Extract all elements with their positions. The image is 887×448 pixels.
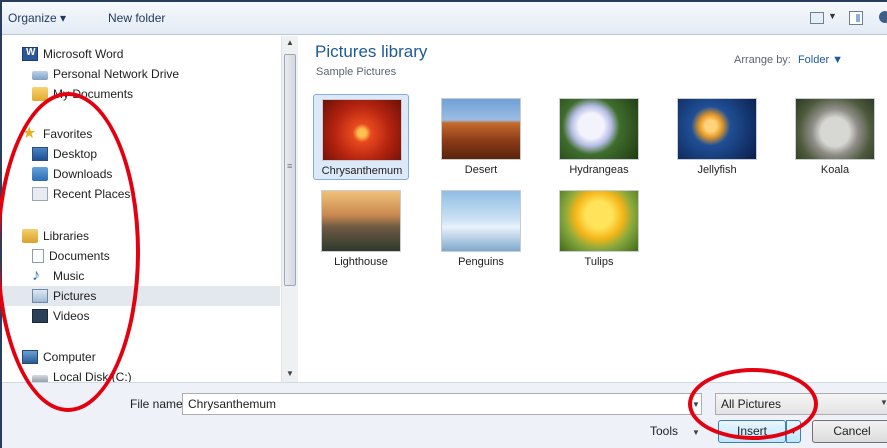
file-tile-chrysanthemum[interactable]: Chrysanthemum <box>313 94 409 180</box>
nav-item-local-disk[interactable]: Local Disk (C:) <box>2 367 280 382</box>
nav-item-label: Downloads <box>53 167 113 181</box>
arrange-by-label: Arrange by: <box>734 54 791 66</box>
file-type-select[interactable]: All Pictures <box>715 393 887 415</box>
nav-item-label: Local Disk (C:) <box>53 370 132 382</box>
nav-item-label: Pictures <box>53 289 97 303</box>
toolbar: Organize ▾ New folder ▼ <box>2 2 887 35</box>
insert-button[interactable]: Insert <box>718 420 786 443</box>
libraries-icon <box>22 229 38 243</box>
tools-menu[interactable]: Tools <box>650 424 678 438</box>
nav-item-label: Favorites <box>43 127 93 141</box>
nav-item-label: Videos <box>53 309 90 323</box>
scroll-thumb[interactable] <box>284 54 296 286</box>
music-icon: ♪ <box>32 267 40 284</box>
insert-split-dropdown-icon[interactable]: ▼ <box>786 420 801 443</box>
nav-item-personal-network-drive[interactable]: Personal Network Drive <box>2 64 280 84</box>
nav-item-label: My Documents <box>53 87 134 101</box>
file-list-pane: Pictures library Sample Pictures Arrange… <box>299 36 887 382</box>
word-icon <box>22 47 38 61</box>
nav-item-label: Documents <box>49 249 110 263</box>
desktop-icon <box>32 147 48 161</box>
nav-item-label: Desktop <box>53 147 98 161</box>
folder-icon <box>32 87 48 101</box>
change-view-icon[interactable] <box>810 12 824 24</box>
nav-item-microsoft-word[interactable]: Microsoft Word <box>2 44 280 64</box>
network-drive-icon <box>32 71 48 80</box>
file-label: Tulips <box>584 256 614 268</box>
recent-places-icon <box>32 187 48 201</box>
arrange-by-dropdown[interactable]: Folder ▼ <box>798 54 843 66</box>
file-tile-penguins[interactable]: Penguins <box>433 186 529 272</box>
file-tile-desert[interactable]: Desert <box>433 94 529 180</box>
file-type-dropdown-icon[interactable]: ▼ <box>880 398 887 407</box>
star-icon: ★ <box>22 125 37 142</box>
organize-button[interactable]: Organize ▾ <box>8 11 66 25</box>
nav-item-label: Music <box>53 269 85 283</box>
view-dropdown-icon[interactable]: ▼ <box>828 11 837 29</box>
arrange-by: Arrange by: Folder ▼ <box>734 54 843 66</box>
file-name-input[interactable] <box>182 393 702 415</box>
pictures-icon <box>32 289 48 303</box>
nav-item-music[interactable]: ♪ Music <box>2 266 280 286</box>
file-label: Hydrangeas <box>569 164 629 176</box>
cancel-button[interactable]: Cancel <box>812 420 887 443</box>
file-tile-koala[interactable]: Koala <box>787 94 883 180</box>
nav-item-label: Personal Network Drive <box>53 67 180 81</box>
nav-item-libraries[interactable]: Libraries <box>2 226 280 246</box>
library-subtitle: Sample Pictures <box>316 66 397 78</box>
nav-item-my-documents[interactable]: My Documents <box>2 84 280 104</box>
file-tile-lighthouse[interactable]: Lighthouse <box>313 186 409 272</box>
scroll-up-icon[interactable]: ▲ <box>282 36 298 52</box>
thumbnail <box>795 98 875 160</box>
nav-item-label: Computer <box>43 350 96 364</box>
file-label: Jellyfish <box>697 164 737 176</box>
thumbnail <box>441 98 521 160</box>
thumbnail <box>677 98 757 160</box>
nav-item-documents[interactable]: Documents <box>2 246 280 266</box>
nav-scrollbar[interactable]: ▲ ▼ <box>281 36 298 382</box>
file-label: Koala <box>820 164 850 176</box>
nav-item-recent-places[interactable]: Recent Places <box>2 184 280 204</box>
nav-item-favorites[interactable]: ★ Favorites <box>2 124 280 144</box>
library-title: Pictures library <box>315 42 428 61</box>
tools-dropdown-icon[interactable]: ▼ <box>692 428 700 437</box>
new-folder-button[interactable]: New folder <box>108 11 165 25</box>
file-label: Chrysanthemum <box>321 165 403 177</box>
thumbnail <box>322 99 402 161</box>
computer-icon <box>22 350 38 364</box>
nav-item-computer[interactable]: Computer <box>2 347 280 367</box>
nav-item-pictures[interactable]: Pictures <box>2 286 280 306</box>
file-tile-hydrangeas[interactable]: Hydrangeas <box>551 94 647 180</box>
thumbnail <box>559 98 639 160</box>
file-label: Lighthouse <box>334 256 388 268</box>
thumbnail <box>441 190 521 252</box>
nav-item-label: Microsoft Word <box>43 47 124 61</box>
videos-icon <box>32 309 48 323</box>
thumbnail <box>559 190 639 252</box>
nav-item-label: Recent Places <box>53 187 131 201</box>
file-name-dropdown-icon[interactable]: ▼ <box>692 400 700 409</box>
document-icon <box>32 249 44 263</box>
nav-item-downloads[interactable]: Downloads <box>2 164 280 184</box>
nav-item-desktop[interactable]: Desktop <box>2 144 280 164</box>
nav-item-label: Libraries <box>43 229 90 243</box>
file-label: Penguins <box>458 256 504 268</box>
file-label: Desert <box>464 164 498 176</box>
thumbnail <box>321 190 401 252</box>
preview-pane-icon[interactable] <box>849 11 863 25</box>
help-icon[interactable] <box>879 11 887 23</box>
navigation-pane: Microsoft Word Personal Network Drive My… <box>2 36 280 382</box>
file-name-label: File name: <box>130 397 187 411</box>
file-tile-jellyfish[interactable]: Jellyfish <box>669 94 765 180</box>
bottom-bar: File name: ▼ All Pictures ▼ Tools ▼ Inse… <box>2 382 887 448</box>
scroll-down-icon[interactable]: ▼ <box>282 366 298 382</box>
file-tile-tulips[interactable]: Tulips <box>551 186 647 272</box>
downloads-icon <box>32 167 48 181</box>
nav-item-videos[interactable]: Videos <box>2 306 280 326</box>
disk-icon <box>32 375 48 382</box>
